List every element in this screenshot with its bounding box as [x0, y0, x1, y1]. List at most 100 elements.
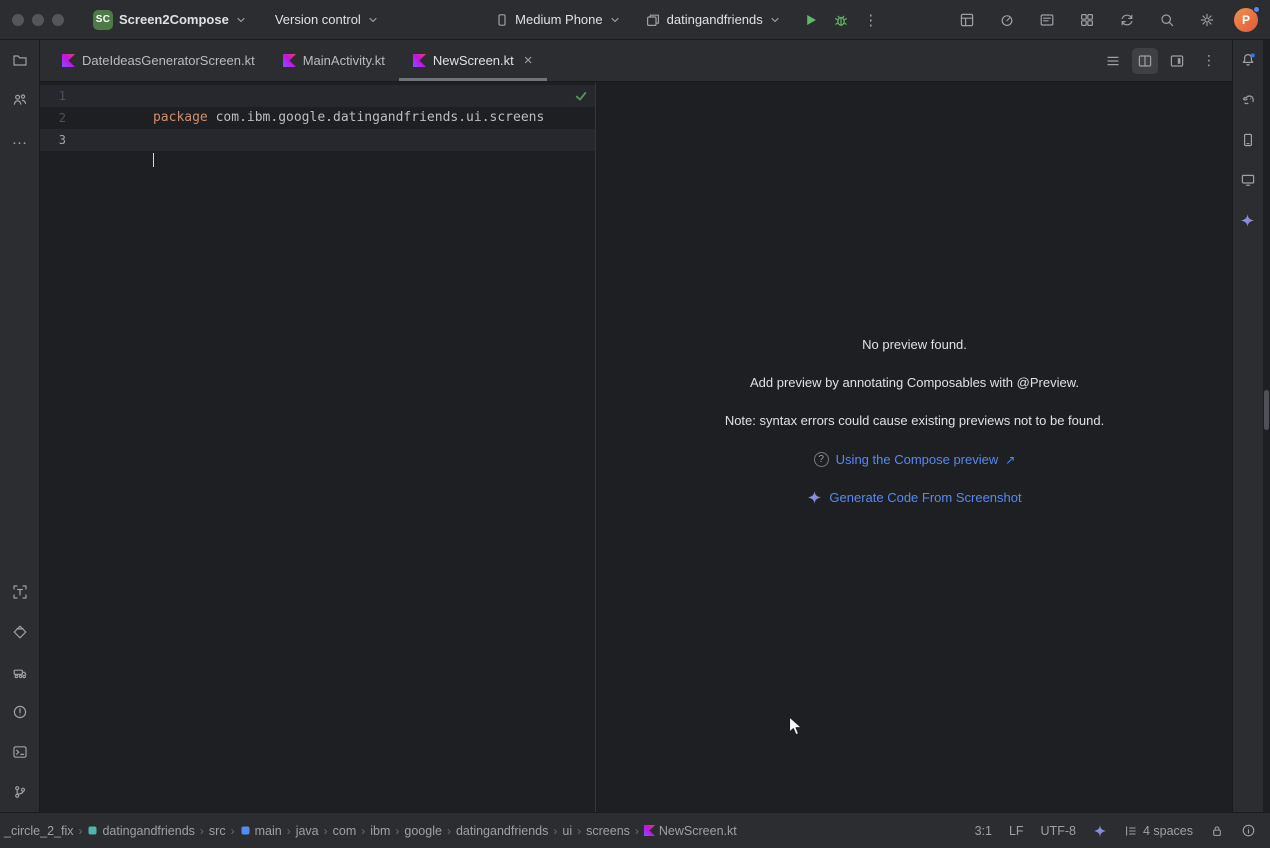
- project-selector[interactable]: SC Screen2Compose: [86, 6, 254, 34]
- maximize-window-button[interactable]: [52, 14, 64, 26]
- chevron-down-icon: [769, 14, 781, 26]
- build-tool-button[interactable]: [0, 652, 40, 692]
- status-bar-widgets: 3:1 LF UTF-8 4 spaces: [975, 823, 1256, 838]
- git-branch-icon: [12, 784, 28, 800]
- breadcrumb-item[interactable]: main: [238, 822, 284, 840]
- tab-newscreen[interactable]: NewScreen.kt ×: [399, 40, 547, 81]
- editor-tab-bar: DateIdeasGeneratorScreen.kt MainActivity…: [40, 40, 1232, 82]
- close-tab-icon[interactable]: ×: [524, 53, 533, 68]
- project-tool-button[interactable]: [0, 40, 40, 80]
- line-separator-widget[interactable]: LF: [1009, 824, 1024, 838]
- check-icon: [574, 89, 588, 103]
- avatar[interactable]: P: [1234, 8, 1258, 32]
- breadcrumb-item[interactable]: _circle_2_fix: [2, 822, 75, 840]
- more-tool-windows-button[interactable]: …: [0, 120, 40, 160]
- sparkle-icon: [1093, 824, 1107, 838]
- running-devices-button[interactable]: [1233, 160, 1263, 200]
- plugins-button[interactable]: [1074, 7, 1100, 33]
- breadcrumb-item[interactable]: ibm: [368, 822, 392, 840]
- commit-tool-button[interactable]: [0, 80, 40, 120]
- docs-link-label: Using the Compose preview: [836, 452, 999, 467]
- breadcrumb-separator-icon: ›: [550, 824, 560, 838]
- tab-mainactivity[interactable]: MainActivity.kt: [269, 40, 399, 81]
- code-editor[interactable]: 1package com.ibm.google.datingandfriends…: [40, 83, 596, 812]
- gemini-status-button[interactable]: [1093, 824, 1107, 838]
- split-mode-button[interactable]: [1132, 48, 1158, 74]
- breadcrumb-item[interactable]: datingandfriends: [85, 822, 196, 840]
- gradle-tool-button[interactable]: [1233, 80, 1263, 120]
- breadcrumb-item[interactable]: src: [207, 822, 228, 840]
- bug-icon: [833, 12, 849, 28]
- breadcrumb-item[interactable]: ui: [560, 822, 574, 840]
- problems-icon: [12, 704, 28, 720]
- tab-dateideasgeneratorscreen[interactable]: DateIdeasGeneratorScreen.kt: [48, 40, 269, 81]
- status-info-button[interactable]: [1241, 823, 1256, 838]
- version-control-label: Version control: [275, 12, 361, 27]
- inspections-status-button[interactable]: [574, 89, 588, 107]
- profiler-button[interactable]: [994, 7, 1020, 33]
- compose-preview-docs-link[interactable]: ? Using the Compose preview ↗: [814, 452, 1016, 467]
- version-control-selector[interactable]: Version control: [268, 8, 386, 31]
- status-bar: _circle_2_fix › datingandfriends › src ›…: [0, 812, 1270, 848]
- encoding-widget[interactable]: UTF-8: [1041, 824, 1076, 838]
- tab-label: NewScreen.kt: [433, 53, 514, 68]
- compose-preview-panel: No preview found. Add preview by annotat…: [597, 83, 1232, 812]
- breadcrumb-separator-icon: ›: [75, 824, 85, 838]
- run-configuration-selector[interactable]: datingandfriends: [638, 8, 788, 32]
- terminal-tool-button[interactable]: [0, 732, 40, 772]
- close-window-button[interactable]: [12, 14, 24, 26]
- avatar-status-dot: [1253, 6, 1260, 13]
- logcat-button[interactable]: [1034, 7, 1060, 33]
- indent-label: 4 spaces: [1143, 824, 1193, 838]
- minimize-window-button[interactable]: [32, 14, 44, 26]
- search-everywhere-button[interactable]: [1154, 7, 1180, 33]
- left-tool-strip: …: [0, 40, 40, 812]
- kotlin-file-icon: [62, 54, 75, 67]
- breadcrumb-item-file[interactable]: NewScreen.kt: [642, 822, 739, 840]
- code-line-1[interactable]: 1package com.ibm.google.datingandfriends…: [40, 85, 595, 107]
- tab-options-button[interactable]: ⋮: [1196, 48, 1222, 74]
- breadcrumb-item[interactable]: com: [331, 822, 359, 840]
- preview-mode-toggles: ⋮: [1100, 40, 1232, 81]
- design-mode-button[interactable]: [1164, 48, 1190, 74]
- breadcrumb-separator-icon: ›: [197, 824, 207, 838]
- run-button[interactable]: [796, 5, 826, 35]
- device-manager-button[interactable]: [1233, 120, 1263, 160]
- preview-empty-hint: Add preview by annotating Composables wi…: [750, 376, 1079, 390]
- more-run-actions-button[interactable]: ⋮: [856, 5, 886, 35]
- version-control-tool-button[interactable]: [0, 772, 40, 812]
- text-caret: [153, 153, 155, 167]
- kotlin-file-icon: [413, 54, 426, 67]
- problems-tool-button[interactable]: [0, 692, 40, 732]
- gemini-tool-button[interactable]: [1233, 200, 1263, 240]
- notifications-button[interactable]: [1233, 40, 1263, 80]
- settings-button[interactable]: [1194, 7, 1220, 33]
- layout-validation-button[interactable]: [0, 572, 40, 612]
- preview-empty-title: No preview found.: [862, 338, 967, 352]
- caret-position-widget[interactable]: 3:1: [975, 824, 992, 838]
- breadcrumb-separator-icon: ›: [321, 824, 331, 838]
- breadcrumb-item[interactable]: screens: [584, 822, 632, 840]
- gradle-sync-button[interactable]: [1114, 7, 1140, 33]
- source-root-icon: [240, 825, 251, 836]
- breadcrumb-item[interactable]: java: [294, 822, 321, 840]
- device-selector[interactable]: Medium Phone: [488, 8, 627, 31]
- generate-link-label: Generate Code From Screenshot: [829, 490, 1021, 505]
- resource-manager-button[interactable]: [0, 612, 40, 652]
- scrollbar-thumb[interactable]: [1264, 390, 1269, 430]
- debug-button[interactable]: [826, 5, 856, 35]
- generate-code-from-screenshot-link[interactable]: Generate Code From Screenshot: [807, 490, 1021, 505]
- code-mode-button[interactable]: [1100, 48, 1126, 74]
- gem-icon: [12, 624, 28, 640]
- breadcrumb-separator-icon: ›: [228, 824, 238, 838]
- run-configuration-label: datingandfriends: [667, 12, 763, 27]
- indent-widget[interactable]: 4 spaces: [1124, 824, 1193, 838]
- layout-inspector-button[interactable]: [954, 7, 980, 33]
- readonly-toggle-button[interactable]: [1210, 824, 1224, 838]
- code-line-3[interactable]: 3: [40, 129, 595, 151]
- scrollbar-track[interactable]: [1262, 40, 1270, 812]
- breadcrumb-item[interactable]: google: [402, 822, 444, 840]
- breadcrumb-item[interactable]: datingandfriends: [454, 822, 550, 840]
- breadcrumb-separator-icon: ›: [392, 824, 402, 838]
- code-line-2[interactable]: 2: [40, 107, 595, 129]
